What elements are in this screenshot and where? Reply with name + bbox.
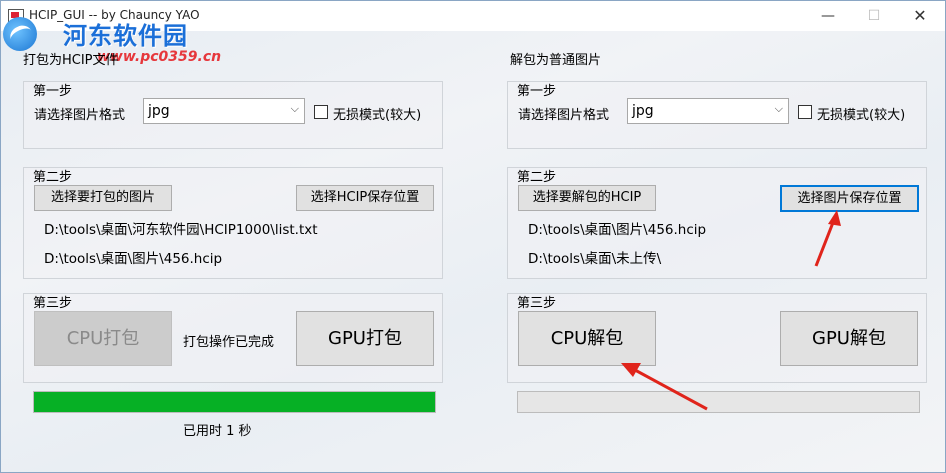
app-window: HCIP_GUI -- by Chauncy YAO — ☐ ✕ 河东软件园 w…: [0, 0, 946, 473]
arrow-shaft: [634, 368, 708, 411]
unpack-format-value: jpg: [632, 103, 654, 119]
annotation-arrow-save: [814, 210, 841, 267]
arrow-shaft: [814, 219, 836, 267]
unpack-source-path: D:\tools\桌面\图片\456.hcip: [528, 222, 707, 238]
gpu-pack-button[interactable]: GPU打包: [296, 311, 434, 366]
pack-format-value: jpg: [148, 103, 170, 119]
pack-lossless-checkbox[interactable]: [314, 105, 328, 119]
minimize-button[interactable]: —: [805, 4, 851, 30]
unpack-step2-title: 第二步: [517, 170, 557, 185]
close-button[interactable]: ✕: [897, 4, 943, 30]
chevron-down-icon: ⌵: [290, 102, 299, 115]
pack-step2-title: 第二步: [33, 170, 73, 185]
annotation-arrow-cpu: [621, 363, 708, 411]
unpack-progress-bar: [517, 391, 920, 413]
unpack-step3-title: 第三步: [517, 296, 557, 311]
pack-progress-fill: [34, 392, 435, 412]
unpack-lossless-label: 无损模式(较大): [817, 108, 906, 123]
pack-progress-bar: [33, 391, 436, 413]
watermark-brand: 河东软件园: [63, 22, 188, 50]
pack-format-select[interactable]: jpg ⌵: [143, 98, 305, 124]
arrow-head: [828, 210, 841, 226]
unpack-output-path: D:\tools\桌面\未上传\: [528, 251, 662, 267]
unpack-section-title: 解包为普通图片: [510, 53, 602, 68]
unpack-lossless-checkbox[interactable]: [798, 105, 812, 119]
gpu-unpack-button[interactable]: GPU解包: [780, 311, 918, 366]
cpu-pack-button[interactable]: CPU打包: [34, 311, 172, 366]
select-image-save-button[interactable]: 选择图片保存位置: [780, 185, 919, 212]
watermark-logo-icon: [3, 17, 37, 51]
pack-output-path: D:\tools\桌面\图片\456.hcip: [44, 251, 223, 267]
maximize-button[interactable]: ☐: [851, 4, 897, 30]
pack-format-label: 请选择图片格式: [34, 108, 126, 123]
pack-lossless-label: 无损模式(较大): [333, 108, 422, 123]
pack-source-path: D:\tools\桌面\河东软件园\HCIP1000\list.txt: [44, 222, 318, 238]
select-hcip-button[interactable]: 选择要解包的HCIP: [518, 185, 656, 211]
cpu-unpack-button[interactable]: CPU解包: [518, 311, 656, 366]
pack-section-title: 打包为HCIP文件: [23, 53, 119, 68]
select-hcip-save-button[interactable]: 选择HCIP保存位置: [296, 185, 434, 211]
unpack-step1-title: 第一步: [517, 84, 557, 99]
unpack-format-label: 请选择图片格式: [518, 108, 610, 123]
pack-status-text: 打包操作已完成: [183, 335, 275, 350]
select-images-button[interactable]: 选择要打包的图片: [34, 185, 172, 211]
unpack-format-select[interactable]: jpg ⌵: [627, 98, 789, 124]
elapsed-time-text: 已用时 1 秒: [183, 424, 252, 439]
pack-step3-title: 第三步: [33, 296, 73, 311]
pack-step1-title: 第一步: [33, 84, 73, 99]
chevron-down-icon: ⌵: [774, 102, 783, 115]
